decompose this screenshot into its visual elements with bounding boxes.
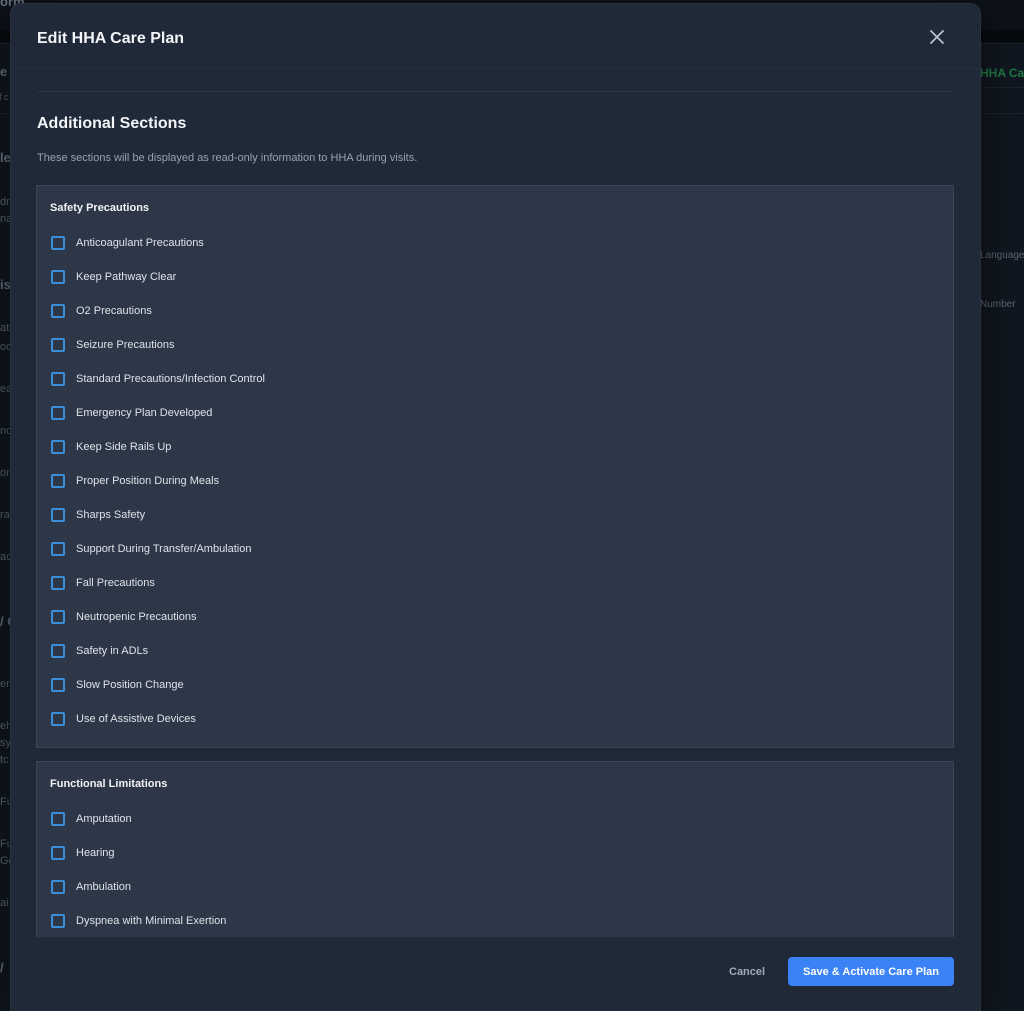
option-amputation[interactable]: Amputation	[51, 810, 132, 828]
checkbox[interactable]	[51, 678, 65, 692]
sections-scroll-area[interactable]: Safety Precautions Anticoagulant Precaut…	[36, 185, 954, 937]
checkbox[interactable]	[51, 914, 65, 928]
save-activate-button[interactable]: Save & Activate Care Plan	[788, 957, 954, 986]
option-fall-precautions[interactable]: Fall Precautions	[51, 574, 155, 592]
background-band	[980, 30, 1024, 42]
option-label: Amputation	[76, 813, 132, 825]
background-text: sy	[0, 737, 11, 749]
option-label: Keep Side Rails Up	[76, 441, 172, 453]
background-text: ra	[0, 509, 10, 521]
checkbox[interactable]	[51, 508, 65, 522]
checkbox[interactable]	[51, 372, 65, 386]
option-label: Anticoagulant Precautions	[76, 237, 204, 249]
option-label: Seizure Precautions	[76, 339, 175, 351]
header-divider	[11, 68, 980, 69]
checkbox[interactable]	[51, 576, 65, 590]
background-text: or	[0, 467, 10, 479]
checkbox[interactable]	[51, 542, 65, 556]
option-label: O2 Precautions	[76, 305, 152, 317]
checkbox[interactable]	[51, 406, 65, 420]
close-button[interactable]	[926, 28, 948, 50]
background-text: e	[0, 64, 8, 79]
option-o2-precautions[interactable]: O2 Precautions	[51, 302, 152, 320]
checkbox[interactable]	[51, 812, 65, 826]
checkbox[interactable]	[51, 236, 65, 250]
section-divider	[37, 91, 953, 92]
option-label: Keep Pathway Clear	[76, 271, 177, 283]
modal-title: Edit HHA Care Plan	[37, 30, 184, 47]
option-label: Dyspnea with Minimal Exertion	[76, 915, 227, 927]
section-title: Additional Sections	[37, 115, 187, 132]
option-label: Ambulation	[76, 881, 132, 893]
option-slow-position-change[interactable]: Slow Position Change	[51, 676, 184, 694]
edit-care-plan-modal: Edit HHA Care Plan Additional Sections T…	[11, 4, 980, 1011]
option-sharps-safety[interactable]: Sharps Safety	[51, 506, 145, 524]
checkbox[interactable]	[51, 846, 65, 860]
option-standard-precautions[interactable]: Standard Precautions/Infection Control	[51, 370, 265, 388]
checkbox[interactable]	[51, 880, 65, 894]
background-text: ati	[0, 322, 12, 334]
option-hearing[interactable]: Hearing	[51, 844, 115, 862]
option-label: Slow Position Change	[76, 679, 184, 691]
background-divider	[0, 113, 11, 114]
checkbox[interactable]	[51, 712, 65, 726]
safety-precautions-card: Safety Precautions Anticoagulant Precaut…	[36, 185, 954, 748]
option-proper-position-during-meals[interactable]: Proper Position During Meals	[51, 472, 219, 490]
option-label: Safety in ADLs	[76, 645, 149, 657]
option-keep-pathway-clear[interactable]: Keep Pathway Clear	[51, 268, 176, 286]
background-text: Language	[980, 250, 1024, 261]
background-divider	[980, 113, 1024, 114]
option-ambulation[interactable]: Ambulation	[51, 878, 131, 896]
background-text: tc	[0, 754, 9, 766]
option-label: Sharps Safety	[76, 509, 146, 521]
background-text: ac	[0, 551, 12, 563]
checkbox[interactable]	[51, 440, 65, 454]
option-label: Support During Transfer/Ambulation	[76, 543, 252, 555]
option-label: Emergency Plan Developed	[76, 407, 213, 419]
checkbox[interactable]	[51, 610, 65, 624]
option-safety-in-adls[interactable]: Safety in ADLs	[51, 642, 148, 660]
section-description: These sections will be displayed as read…	[37, 152, 418, 164]
option-support-during-transfer[interactable]: Support During Transfer/Ambulation	[51, 540, 251, 558]
background-text: le	[0, 150, 11, 165]
checkbox[interactable]	[51, 338, 65, 352]
option-anticoagulant-precautions[interactable]: Anticoagulant Precautions	[51, 234, 204, 252]
option-dyspnea-minimal-exertion[interactable]: Dyspnea with Minimal Exertion	[51, 912, 226, 930]
checkbox[interactable]	[51, 270, 65, 284]
background-text: /	[0, 960, 4, 975]
background-tab-label: HHA Care	[980, 66, 1024, 80]
background-text: Number	[980, 299, 1016, 310]
background-text: of c	[0, 92, 9, 102]
checkbox[interactable]	[51, 304, 65, 318]
option-label: Fall Precautions	[76, 577, 155, 589]
functional-limitations-card: Functional Limitations Amputation Hearin…	[36, 761, 954, 937]
option-seizure-precautions[interactable]: Seizure Precautions	[51, 336, 174, 354]
checkbox[interactable]	[51, 474, 65, 488]
option-label: Proper Position During Meals	[76, 475, 220, 487]
option-use-of-assistive-devices[interactable]: Use of Assistive Devices	[51, 710, 196, 728]
option-label: Standard Precautions/Infection Control	[76, 373, 265, 385]
card-title: Functional Limitations	[50, 778, 168, 790]
background-text: dr	[0, 196, 10, 208]
background-text: is	[0, 277, 11, 292]
option-keep-side-rails-up[interactable]: Keep Side Rails Up	[51, 438, 171, 456]
option-emergency-plan-developed[interactable]: Emergency Plan Developed	[51, 404, 212, 422]
card-title: Safety Precautions	[50, 202, 150, 214]
option-label: Use of Assistive Devices	[76, 713, 196, 725]
option-label: Neutropenic Precautions	[76, 611, 197, 623]
close-icon	[930, 29, 944, 49]
background-divider	[980, 87, 1024, 88]
option-label: Hearing	[76, 847, 115, 859]
background-text: ai	[0, 897, 9, 909]
option-neutropenic-precautions[interactable]: Neutropenic Precautions	[51, 608, 196, 626]
cancel-button[interactable]: Cancel	[729, 962, 765, 982]
checkbox[interactable]	[51, 644, 65, 658]
